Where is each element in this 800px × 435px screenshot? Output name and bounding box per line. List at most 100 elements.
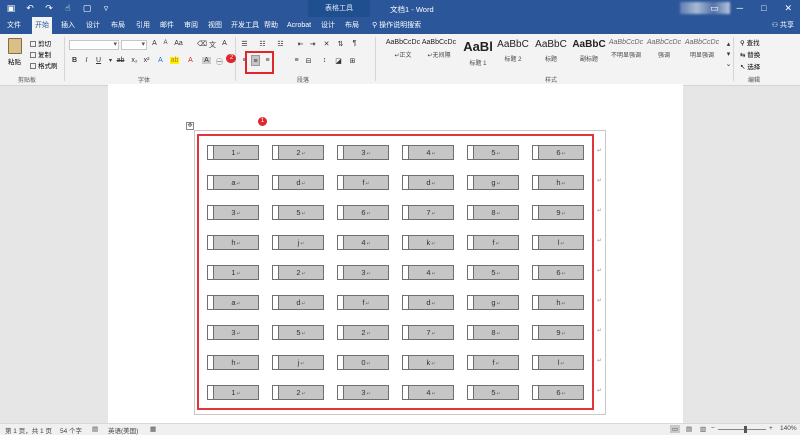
tab-view[interactable]: 视图: [205, 17, 225, 34]
chinese-layout-icon[interactable]: ✕: [322, 40, 331, 48]
dropdown-chevron-icon[interactable]: ▾: [106, 57, 115, 64]
strikethrough-icon[interactable]: ab: [116, 57, 125, 64]
row-end-mark-icon: ↵: [597, 298, 603, 304]
style-item[interactable]: AaBl 标题 1: [460, 39, 496, 67]
gallery-scroll-down-icon[interactable]: ▾: [724, 50, 733, 58]
zoom-slider-thumb[interactable]: [744, 426, 747, 433]
subscript-icon[interactable]: x₂: [130, 57, 139, 64]
print-layout-icon[interactable]: ▤: [686, 425, 692, 433]
close-icon[interactable]: ✕: [784, 3, 792, 14]
macro-record-icon[interactable]: ▦: [150, 425, 156, 433]
share-button[interactable]: ⚇ 共享: [772, 17, 794, 34]
tell-me-search[interactable]: ⚲ 操作说明搜索: [372, 17, 421, 34]
tab-table-layout[interactable]: 布局: [342, 17, 362, 34]
word-count[interactable]: 54 个字: [60, 425, 82, 435]
table-move-handle-icon[interactable]: ✥: [186, 122, 194, 130]
copy-label: 复制: [38, 52, 51, 59]
read-mode-icon[interactable]: ▭: [670, 425, 681, 433]
shrink-font-icon[interactable]: A: [161, 40, 170, 46]
tab-acrobat[interactable]: Acrobat: [284, 17, 314, 34]
tab-file[interactable]: 文件: [4, 17, 24, 34]
font-name-combo[interactable]: [69, 40, 119, 50]
tab-insert[interactable]: 插入: [58, 17, 78, 34]
touch-mode-icon[interactable]: ☝: [63, 3, 73, 14]
select-button[interactable]: ↖ 选择: [740, 61, 760, 71]
character-border-icon[interactable]: A: [220, 40, 229, 47]
web-layout-icon[interactable]: ▥: [700, 425, 706, 433]
tab-developer[interactable]: 开发工具: [228, 17, 262, 34]
numbering-icon[interactable]: ☷: [258, 40, 267, 48]
gallery-more-icon[interactable]: ⌄: [724, 60, 733, 68]
tab-references[interactable]: 引用: [133, 17, 153, 34]
tab-mailings[interactable]: 邮件: [157, 17, 177, 34]
language-indicator[interactable]: 英语(美国): [108, 425, 138, 435]
tab-help[interactable]: 帮助: [261, 17, 281, 34]
phonetic-guide-icon[interactable]: 文: [208, 40, 217, 50]
sort-icon[interactable]: ⇅: [336, 40, 345, 48]
cut-button[interactable]: 剪切: [30, 38, 51, 48]
tab-layout[interactable]: 布局: [108, 17, 128, 34]
maximize-icon[interactable]: □: [761, 3, 766, 14]
enclose-characters-icon[interactable]: ㊀: [215, 57, 224, 67]
paste-button-label[interactable]: 粘贴: [8, 56, 21, 66]
highlight-color-icon[interactable]: ab: [170, 57, 179, 64]
style-item[interactable]: AaBbCcDc 强调: [646, 39, 682, 59]
style-item[interactable]: AaBbC 标题 2: [495, 39, 531, 63]
text-effects-icon[interactable]: A: [156, 57, 165, 64]
gallery-scroll-up-icon[interactable]: ▴: [724, 40, 733, 48]
zoom-slider[interactable]: [718, 429, 766, 430]
superscript-icon[interactable]: x²: [142, 57, 151, 64]
justify-icon[interactable]: ≡: [292, 57, 301, 64]
style-item[interactable]: AaBbCcDc ↵正文: [385, 39, 421, 59]
character-shading-icon[interactable]: A: [202, 57, 211, 64]
multilevel-list-icon[interactable]: ☳: [276, 40, 285, 48]
change-case-icon[interactable]: Aa: [174, 40, 183, 47]
tab-design[interactable]: 设计: [83, 17, 103, 34]
undo-icon[interactable]: ↶: [25, 3, 35, 14]
proofing-icon[interactable]: ▤: [92, 425, 98, 433]
grow-font-icon[interactable]: A: [150, 40, 159, 47]
clear-formatting-icon[interactable]: ⌫: [197, 40, 207, 48]
search-icon: ⚲: [740, 40, 747, 47]
customize-qat-icon[interactable]: ▿: [101, 3, 111, 14]
italic-icon[interactable]: I: [82, 57, 91, 64]
style-item[interactable]: AaBbCcDc 不明显强调: [608, 39, 644, 59]
bullets-icon[interactable]: ☰: [240, 40, 249, 48]
ribbon-display-icon[interactable]: ▭: [710, 3, 719, 14]
page-count[interactable]: 第 1 页，共 1 页: [5, 425, 52, 435]
find-button[interactable]: ⚲ 查找: [740, 37, 760, 47]
paragraph-group-label: 段落: [297, 78, 310, 84]
tab-table-design[interactable]: 设计: [318, 17, 338, 34]
increase-indent-icon[interactable]: ⇥: [308, 40, 317, 48]
open-icon[interactable]: ▢: [82, 3, 92, 14]
zoom-out-icon[interactable]: −: [711, 425, 715, 432]
font-color-icon[interactable]: A: [186, 57, 195, 64]
borders-icon[interactable]: ⊞: [348, 57, 357, 65]
show-marks-icon[interactable]: ¶: [350, 40, 359, 47]
shading-icon[interactable]: ◪: [334, 57, 343, 65]
style-item[interactable]: AaBbCcDc ↵无间隔: [421, 39, 457, 59]
replace-button[interactable]: ⇆ 替换: [740, 49, 760, 59]
style-item[interactable]: AaBbCcDc 明显强调: [684, 39, 720, 59]
bold-icon[interactable]: B: [70, 57, 79, 64]
share-label: 共享: [780, 22, 794, 29]
replace-label: 替换: [747, 52, 761, 59]
format-painter-button[interactable]: 格式刷: [30, 60, 58, 70]
redo-icon[interactable]: ↷: [44, 3, 54, 14]
style-item[interactable]: AaBbC 标题: [533, 39, 569, 63]
tab-review[interactable]: 审阅: [181, 17, 201, 34]
style-item[interactable]: AaBbC 副标题: [571, 39, 607, 63]
tab-home[interactable]: 开始: [32, 17, 52, 34]
minimize-icon[interactable]: ─: [737, 3, 743, 14]
distributed-icon[interactable]: ⊟: [304, 57, 313, 65]
copy-button[interactable]: 复制: [30, 49, 51, 59]
zoom-in-icon[interactable]: +: [769, 425, 773, 432]
tell-me-label: 操作说明搜索: [379, 22, 422, 29]
zoom-level[interactable]: 140%: [780, 425, 797, 432]
paste-icon[interactable]: [8, 38, 22, 54]
font-size-combo[interactable]: [121, 40, 147, 50]
line-spacing-icon[interactable]: ↕: [320, 57, 329, 64]
decrease-indent-icon[interactable]: ⇤: [296, 40, 305, 48]
save-icon[interactable]: ▣: [6, 3, 16, 14]
underline-icon[interactable]: U: [94, 57, 103, 64]
